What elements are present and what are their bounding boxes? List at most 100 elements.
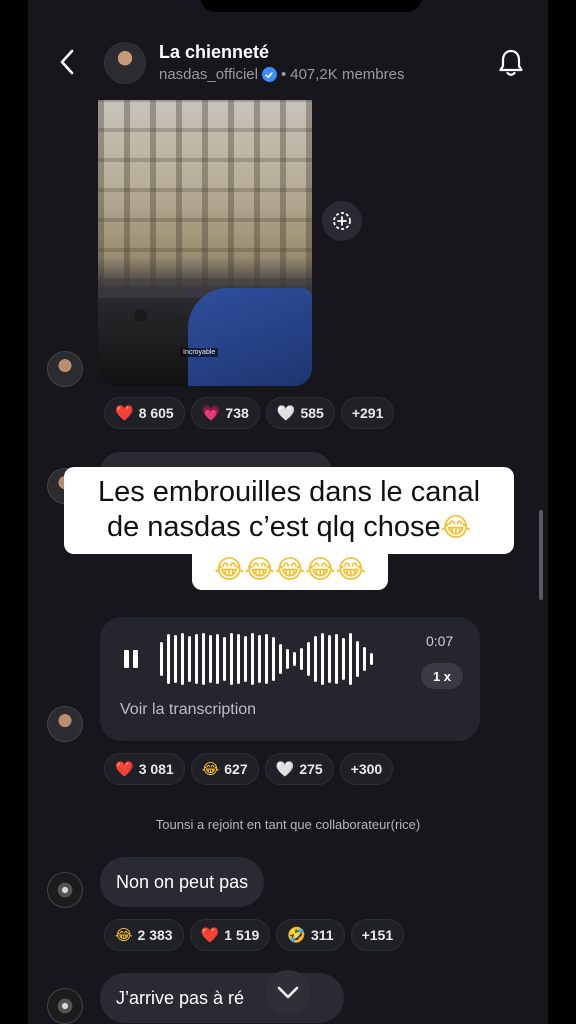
sender-avatar[interactable] bbox=[47, 872, 83, 908]
pause-icon-bar bbox=[133, 650, 138, 668]
reaction-count: 585 bbox=[300, 405, 324, 421]
waveform-bar bbox=[244, 636, 247, 682]
waveform-bar bbox=[363, 647, 366, 671]
voice-message[interactable]: 0:07 1 x Voir la transcription bbox=[100, 617, 480, 741]
waveform-bar bbox=[293, 652, 296, 666]
channel-header: La chienneté nasdas_officiel • 407,2K me… bbox=[28, 0, 548, 100]
channel-subtitle: nasdas_officiel • 407,2K membres bbox=[159, 66, 404, 83]
white-heart-emoji-icon: 🤍 bbox=[275, 759, 295, 778]
bell-icon[interactable] bbox=[494, 46, 528, 80]
text-message-bubble[interactable]: Non on peut pas bbox=[100, 857, 265, 907]
reaction-count: 627 bbox=[224, 761, 248, 777]
hidden-message-bubble[interactable] bbox=[100, 452, 332, 516]
reaction-chip[interactable]: 😂 2 383 bbox=[104, 919, 184, 951]
playback-speed-button[interactable]: 1 x bbox=[421, 663, 463, 689]
view-transcript-link[interactable]: Voir la transcription bbox=[120, 701, 256, 719]
laughing-emoji-icon: 😂 bbox=[201, 759, 220, 778]
reaction-bar: ❤️ 3 081 😂 627 🤍 275 +300 bbox=[104, 753, 394, 785]
reaction-chip[interactable]: 😂 627 bbox=[190, 753, 259, 785]
back-button[interactable] bbox=[52, 44, 82, 80]
waveform-bar bbox=[188, 636, 191, 682]
waveform-bar bbox=[167, 634, 170, 684]
sender-avatar[interactable] bbox=[47, 351, 83, 387]
waveform-bar bbox=[314, 636, 317, 682]
heart-emoji-icon: ❤️ bbox=[115, 403, 134, 422]
reaction-count: 738 bbox=[225, 405, 249, 421]
waveform-bar bbox=[202, 633, 205, 685]
waveform-bar bbox=[251, 633, 254, 685]
video-message[interactable]: Incroyable bbox=[98, 98, 312, 386]
waveform-bar bbox=[321, 633, 324, 685]
sender-avatar[interactable] bbox=[47, 468, 83, 504]
waveform-bar bbox=[307, 642, 310, 676]
waveform-bar bbox=[181, 633, 184, 685]
video-caption: Incroyable bbox=[180, 348, 219, 357]
reaction-count: +151 bbox=[361, 927, 394, 943]
sender-avatar[interactable] bbox=[47, 988, 83, 1024]
video-thumbnail-background bbox=[98, 98, 312, 298]
device-notch bbox=[200, 0, 422, 12]
reaction-chip[interactable]: 🤍 275 bbox=[264, 753, 334, 785]
sparkling-heart-emoji-icon: 💗 bbox=[201, 403, 221, 422]
reaction-bar: ❤️ 8 605 💗 738 🤍 585 +291 bbox=[104, 397, 395, 429]
chevron-down-icon bbox=[277, 986, 299, 999]
reaction-chip[interactable]: ❤️ 8 605 bbox=[104, 397, 185, 429]
reaction-count: 311 bbox=[311, 927, 334, 943]
waveform-bar bbox=[272, 637, 275, 681]
pause-icon-bar bbox=[124, 650, 129, 668]
verified-badge-icon bbox=[261, 67, 277, 82]
scrollbar[interactable] bbox=[539, 510, 543, 600]
separator-dot: • bbox=[280, 66, 287, 83]
channel-handle: nasdas_officiel bbox=[159, 66, 258, 83]
waveform-bar bbox=[209, 635, 212, 683]
app-screen: La chienneté nasdas_officiel • 407,2K me… bbox=[28, 0, 548, 1024]
reaction-chip[interactable]: 💗 738 bbox=[190, 397, 260, 429]
channel-title[interactable]: La chienneté bbox=[159, 42, 269, 63]
white-heart-emoji-icon: 🤍 bbox=[276, 403, 296, 422]
reaction-count: 275 bbox=[299, 761, 323, 777]
waveform-bar bbox=[216, 634, 219, 684]
system-notice: Tounsi a rejoint en tant que collaborate… bbox=[155, 817, 421, 832]
waveform-bar bbox=[342, 638, 345, 680]
heart-emoji-icon: ❤️ bbox=[115, 759, 134, 778]
reaction-count: +291 bbox=[351, 405, 384, 421]
waveform-bar bbox=[258, 635, 261, 683]
reaction-count: 3 081 bbox=[138, 761, 174, 777]
save-button[interactable] bbox=[322, 201, 362, 241]
waveform-bar bbox=[237, 634, 240, 684]
pause-button[interactable] bbox=[124, 650, 140, 668]
member-count: 407,2K membres bbox=[290, 66, 405, 83]
reaction-chip[interactable]: 🤣 311 bbox=[276, 919, 345, 951]
waveform-bar bbox=[230, 633, 233, 685]
chevron-left-icon bbox=[60, 49, 74, 75]
waveform-bar bbox=[265, 634, 268, 684]
waveform-bar bbox=[286, 649, 289, 669]
reaction-bar: 😂 2 383 ❤️ 1 519 🤣 311 +151 bbox=[104, 919, 405, 951]
more-reactions-chip[interactable]: +291 bbox=[340, 397, 395, 429]
reaction-chip[interactable]: 🤍 585 bbox=[265, 397, 335, 429]
voice-duration: 0:07 bbox=[426, 633, 454, 649]
reaction-count: +300 bbox=[350, 761, 383, 777]
reaction-count: 8 605 bbox=[138, 405, 174, 421]
waveform-bar bbox=[174, 635, 177, 683]
reaction-chip[interactable]: ❤️ 3 081 bbox=[104, 753, 185, 785]
waveform-bar bbox=[300, 648, 303, 670]
save-to-collection-icon bbox=[333, 212, 351, 230]
more-reactions-chip[interactable]: +300 bbox=[339, 753, 394, 785]
rolling-laughing-emoji-icon: 🤣 bbox=[287, 925, 306, 944]
channel-avatar[interactable] bbox=[104, 42, 146, 84]
reaction-count: 2 383 bbox=[137, 927, 173, 943]
waveform-bar bbox=[195, 634, 198, 684]
waveform-bar bbox=[328, 635, 331, 683]
waveform-bar bbox=[370, 653, 373, 665]
reaction-count: 1 519 bbox=[224, 927, 260, 943]
scroll-to-bottom-button[interactable] bbox=[266, 970, 310, 1014]
more-reactions-chip[interactable]: +151 bbox=[350, 919, 405, 951]
waveform-bar bbox=[223, 637, 226, 681]
waveform-bar bbox=[349, 633, 352, 685]
sender-avatar[interactable] bbox=[47, 706, 83, 742]
waveform-bar bbox=[335, 634, 338, 684]
audio-waveform[interactable] bbox=[160, 629, 373, 689]
message-text: Non on peut pas bbox=[116, 871, 249, 892]
reaction-chip[interactable]: ❤️ 1 519 bbox=[189, 919, 271, 951]
